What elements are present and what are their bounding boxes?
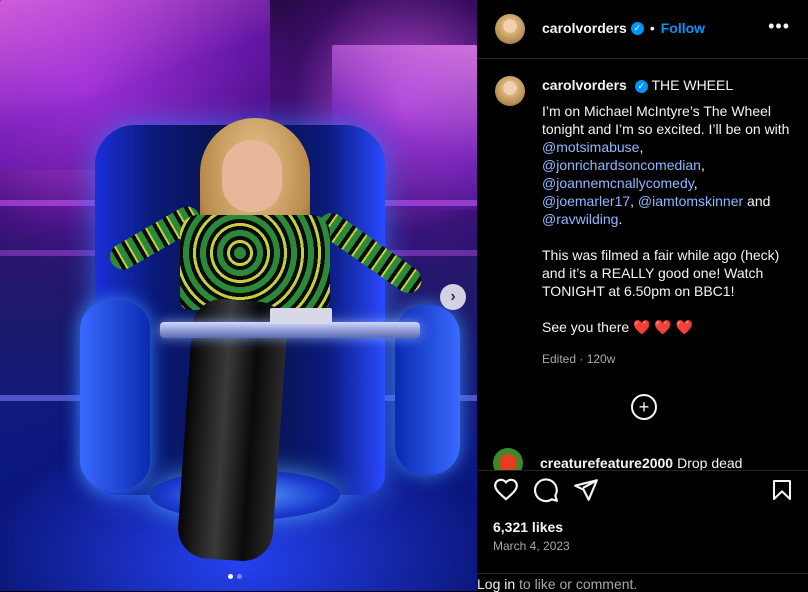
carousel-dots [228,574,242,579]
mention-link[interactable]: @jonrichardsoncomedian [542,157,701,173]
mention-link[interactable]: @joemarler17 [542,193,630,209]
login-text: to like or comment. [515,576,638,592]
avatar[interactable] [495,14,525,44]
verified-icon: ✓ [630,21,644,35]
post-sidebar: carolvorders ✓ • Follow ••• carolvorders… [477,0,808,592]
more-icon[interactable]: ••• [768,16,790,37]
caption-para-3: This was filmed a fair while ago (heck) … [542,247,780,299]
caption-para-4: See you there ❤️ ❤️ ❤️ [542,319,694,335]
login-link[interactable]: Log in [477,576,515,592]
caption-punct: , [700,157,705,173]
heart-icon[interactable] [493,477,519,503]
plus-circle-icon: + [638,397,650,417]
likes-count[interactable]: 6,321 likes [493,519,563,535]
login-prompt: Log in to like or comment. [477,573,808,592]
load-more-comments-button[interactable]: + [631,394,657,420]
mention-link[interactable]: @iamtomskinner [638,193,743,209]
chair-desk [160,322,420,338]
caption: carolvorders ✓ THE WHEEL I’m on Michael M… [542,76,792,368]
caption-text: I’m on Michael McIntyre’s The Wheel toni… [542,103,790,137]
chair-arm-left [80,300,150,490]
caption-title: THE WHEEL [651,77,734,93]
caption-punct: , [630,193,635,209]
comment-text: Drop dead [677,455,743,471]
comment-icon[interactable] [533,477,559,503]
caption-punct: , [639,139,644,155]
caption-para-1: carolvorders ✓ THE WHEEL [542,76,792,94]
post-date: March 4, 2023 [493,539,570,553]
post-image[interactable]: › [0,0,477,591]
follow-button[interactable]: Follow [661,20,705,36]
caption-username[interactable]: carolvorders [542,77,627,93]
mention-link[interactable]: @joannemcnallycomedy [542,175,694,191]
mention-link[interactable]: @ravwilding [542,211,618,227]
caption-text: and [743,193,771,209]
comment-username[interactable]: creaturefeature2000 [540,455,673,471]
carousel-next-button[interactable]: › [440,284,466,310]
username-link[interactable]: carolvorders [542,20,627,36]
chevron-right-icon: › [450,288,456,305]
post-header: carolvorders ✓ • Follow ••• [477,0,808,59]
tablet [270,308,332,324]
carousel-dot [237,574,242,579]
header-user: carolvorders ✓ • Follow [542,20,705,36]
carousel-dot [228,574,233,579]
mention-link[interactable]: @motsimabuse [542,139,639,155]
action-bar: 6,321 likes March 4, 2023 Log in to like… [477,470,808,592]
post-modal: › carolvorders ✓ • Follow ••• carolvorde… [0,0,808,592]
caption-avatar[interactable] [495,76,525,106]
caption-punct: . [618,211,623,227]
person-face [222,140,282,212]
bookmark-icon[interactable] [770,477,794,503]
share-icon[interactable] [573,477,599,503]
caption-para-2: I’m on Michael McIntyre’s The Wheel toni… [542,102,792,228]
person-top [180,215,330,310]
edited-timestamp: Edited · 120w [542,352,616,366]
verified-icon: ✓ [634,79,648,93]
separator: • [649,20,655,36]
caption-punct: , [693,175,698,191]
